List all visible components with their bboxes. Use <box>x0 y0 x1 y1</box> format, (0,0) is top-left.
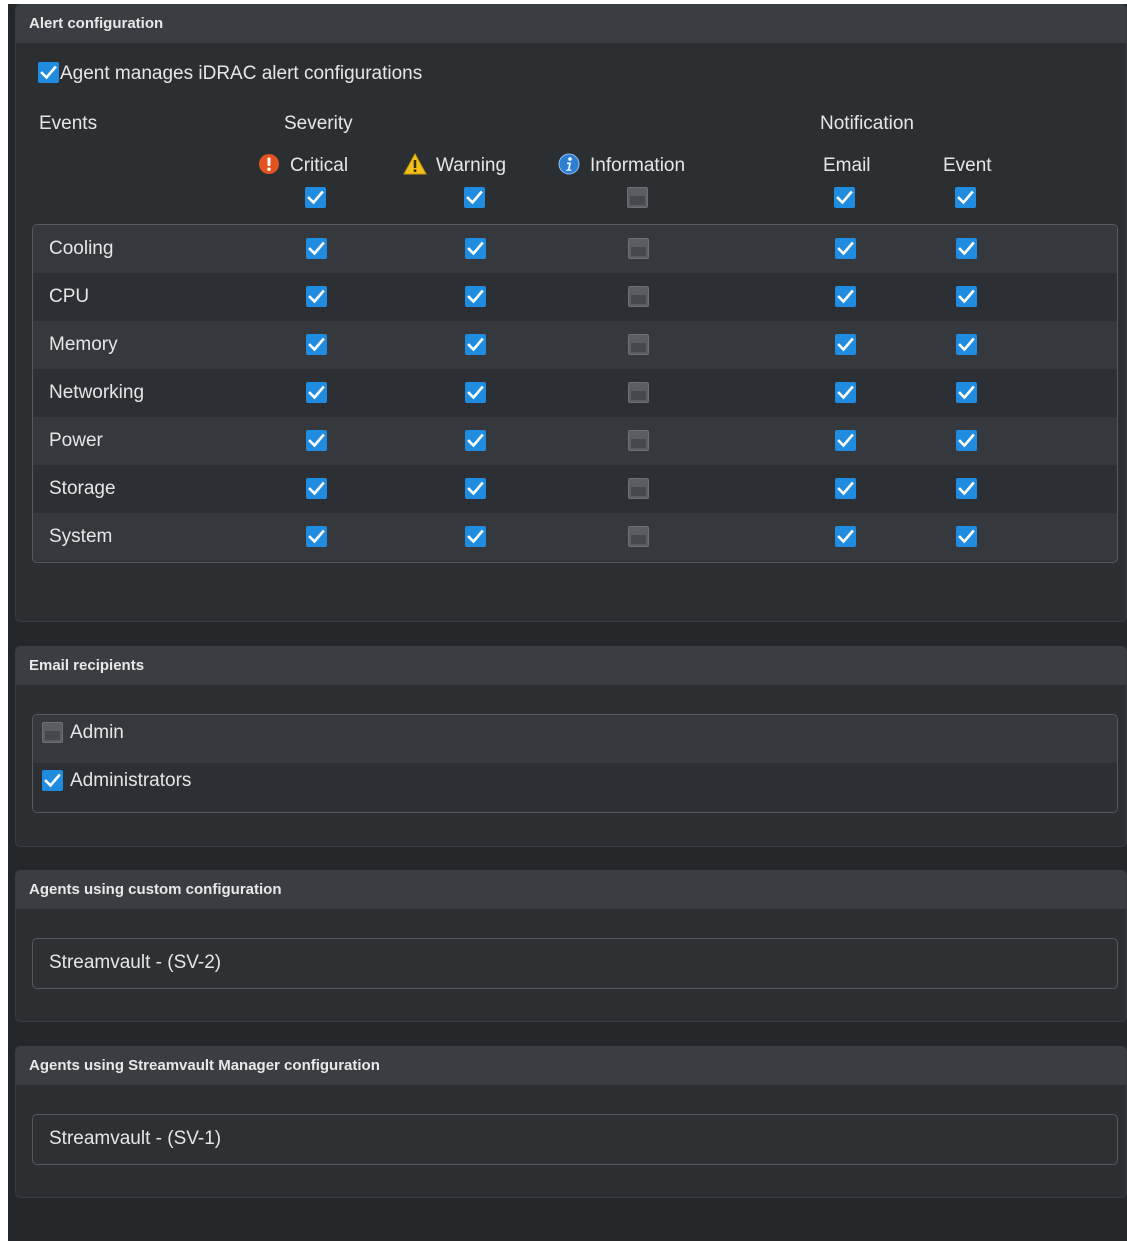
event-name: Networking <box>49 382 145 403</box>
events-grid: Cooling CPU Memory Networking Power Storage Sy… <box>32 224 1118 563</box>
recipient-label: Administrators <box>70 770 192 791</box>
event-row-cooling: Cooling <box>33 225 1117 273</box>
information-select-all-checkbox[interactable] <box>627 187 648 208</box>
event-name: Storage <box>49 478 116 499</box>
networking-event-checkbox[interactable] <box>956 382 977 403</box>
memory-critical-checkbox[interactable] <box>306 334 327 355</box>
section-header-manager-agents: Agents using Streamvault Manager configu… <box>16 1047 1126 1085</box>
recipient-checkbox[interactable] <box>42 770 63 791</box>
power-information-checkbox[interactable] <box>628 430 649 451</box>
recipient-row[interactable]: Admin <box>33 715 1117 763</box>
event-row-networking: Networking <box>33 369 1117 417</box>
section-header-email-recipients: Email recipients <box>16 647 1126 685</box>
section-header-custom-agents: Agents using custom configuration <box>16 871 1126 909</box>
system-event-checkbox[interactable] <box>956 526 977 547</box>
power-warning-checkbox[interactable] <box>465 430 486 451</box>
warning-select-all-checkbox[interactable] <box>464 187 485 208</box>
cpu-information-checkbox[interactable] <box>628 286 649 307</box>
power-event-checkbox[interactable] <box>956 430 977 451</box>
storage-warning-checkbox[interactable] <box>465 478 486 499</box>
power-critical-checkbox[interactable] <box>306 430 327 451</box>
storage-critical-checkbox[interactable] <box>306 478 327 499</box>
networking-critical-checkbox[interactable] <box>306 382 327 403</box>
cpu-warning-checkbox[interactable] <box>465 286 486 307</box>
event-select-all-checkbox[interactable] <box>955 187 976 208</box>
warning-icon <box>403 152 427 180</box>
event-name: Power <box>49 430 103 451</box>
event-name: Memory <box>49 334 118 355</box>
section-header-alert-configuration: Alert configuration <box>16 5 1126 43</box>
recipient-checkbox[interactable] <box>42 722 63 743</box>
system-email-checkbox[interactable] <box>835 526 856 547</box>
event-row-memory: Memory <box>33 321 1117 369</box>
manager-agents-section: Agents using Streamvault Manager configu… <box>15 1046 1127 1198</box>
event-row-cpu: CPU <box>33 273 1117 321</box>
cooling-critical-checkbox[interactable] <box>306 238 327 259</box>
email-recipients-section: Email recipients Admin Administrators <box>15 646 1127 847</box>
email-select-all-checkbox[interactable] <box>834 187 855 208</box>
list-item[interactable]: Streamvault - (SV-1) <box>49 1128 221 1150</box>
event-name: Cooling <box>49 238 114 259</box>
info-icon <box>558 153 580 180</box>
storage-information-checkbox[interactable] <box>628 478 649 499</box>
list-item[interactable]: Streamvault - (SV-2) <box>49 952 221 974</box>
event-row-power: Power <box>33 417 1117 465</box>
information-header: Information <box>590 155 686 176</box>
cooling-warning-checkbox[interactable] <box>465 238 486 259</box>
cooling-event-checkbox[interactable] <box>956 238 977 259</box>
networking-warning-checkbox[interactable] <box>465 382 486 403</box>
memory-email-checkbox[interactable] <box>835 334 856 355</box>
cpu-email-checkbox[interactable] <box>835 286 856 307</box>
cooling-email-checkbox[interactable] <box>835 238 856 259</box>
agent-manages-label: Agent manages iDRAC alert configurations <box>60 63 423 84</box>
cpu-event-checkbox[interactable] <box>956 286 977 307</box>
critical-select-all-checkbox[interactable] <box>305 187 326 208</box>
event-name: System <box>49 526 113 547</box>
notification-header: Notification <box>820 113 914 134</box>
warning-header: Warning <box>436 155 507 176</box>
storage-email-checkbox[interactable] <box>835 478 856 499</box>
email-header: Email <box>823 155 871 176</box>
alert-configuration-section: Alert configuration Agent manages iDRAC … <box>15 4 1127 622</box>
severity-header: Severity <box>284 113 353 134</box>
manager-agents-list: Streamvault - (SV-1) <box>32 1114 1118 1165</box>
cooling-information-checkbox[interactable] <box>628 238 649 259</box>
event-row-system: System <box>33 513 1117 561</box>
storage-event-checkbox[interactable] <box>956 478 977 499</box>
critical-icon <box>258 153 280 180</box>
custom-agents-list: Streamvault - (SV-2) <box>32 938 1118 989</box>
system-warning-checkbox[interactable] <box>465 526 486 547</box>
memory-event-checkbox[interactable] <box>956 334 977 355</box>
recipient-label: Admin <box>70 722 124 743</box>
system-critical-checkbox[interactable] <box>306 526 327 547</box>
networking-information-checkbox[interactable] <box>628 382 649 403</box>
events-header: Events <box>39 113 98 134</box>
custom-agents-section: Agents using custom configuration Stream… <box>15 870 1127 1022</box>
networking-email-checkbox[interactable] <box>835 382 856 403</box>
critical-header: Critical <box>290 155 349 176</box>
memory-information-checkbox[interactable] <box>628 334 649 355</box>
agent-manages-checkbox[interactable] <box>38 62 59 83</box>
recipient-row[interactable]: Administrators <box>33 763 1117 811</box>
email-recipients-list: Admin Administrators <box>32 714 1118 813</box>
event-row-storage: Storage <box>33 465 1117 513</box>
event-name: CPU <box>49 286 90 307</box>
event-header: Event <box>943 155 992 176</box>
system-information-checkbox[interactable] <box>628 526 649 547</box>
alert-settings-panel: Alert configuration Agent manages iDRAC … <box>8 4 1127 1241</box>
memory-warning-checkbox[interactable] <box>465 334 486 355</box>
power-email-checkbox[interactable] <box>835 430 856 451</box>
cpu-critical-checkbox[interactable] <box>306 286 327 307</box>
